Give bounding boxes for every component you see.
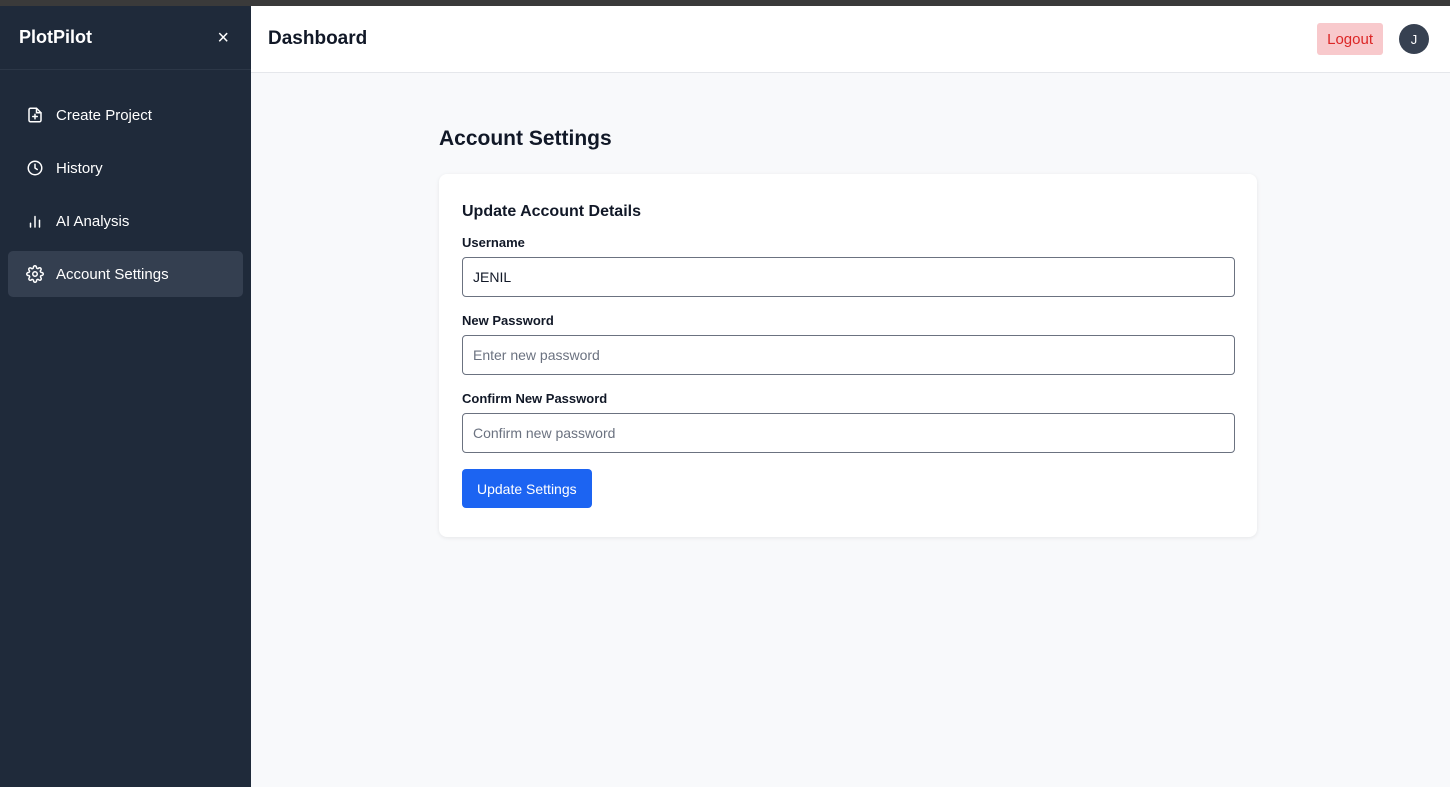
- main-content: Account Settings Update Account Details …: [251, 73, 1450, 787]
- username-input[interactable]: [462, 257, 1235, 297]
- sidebar-item-account-settings[interactable]: Account Settings: [8, 251, 243, 297]
- sidebar-item-label: History: [56, 159, 103, 177]
- brand-logo-text: PlotPilot: [19, 27, 92, 47]
- sidebar-header: PlotPilot ×: [0, 6, 251, 70]
- account-settings-card: Update Account Details Username New Pass…: [439, 174, 1257, 537]
- new-password-input[interactable]: [462, 335, 1235, 375]
- header-title: Dashboard: [268, 28, 368, 49]
- close-sidebar-button[interactable]: ×: [217, 28, 229, 48]
- update-settings-button[interactable]: Update Settings: [462, 469, 592, 508]
- sidebar-item-label: Create Project: [56, 106, 152, 124]
- sidebar-nav: Create Project History AI Analysis Accou…: [0, 70, 251, 297]
- sidebar-item-history[interactable]: History: [8, 145, 243, 191]
- avatar[interactable]: J: [1399, 24, 1429, 54]
- new-password-label: New Password: [462, 313, 554, 328]
- sidebar-item-create-project[interactable]: Create Project: [8, 92, 243, 138]
- sidebar-item-label: AI Analysis: [56, 212, 130, 230]
- bar-chart-icon: [26, 212, 44, 230]
- file-plus-icon: [26, 106, 44, 124]
- sidebar-item-label: Account Settings: [56, 265, 169, 283]
- card-title: Update Account Details: [462, 203, 641, 220]
- username-label: Username: [462, 235, 525, 250]
- sidebar: PlotPilot × Create Project History AI An…: [0, 6, 251, 787]
- sidebar-item-ai-analysis[interactable]: AI Analysis: [8, 198, 243, 244]
- top-header: Dashboard Logout J: [251, 6, 1450, 73]
- logout-button[interactable]: Logout: [1317, 23, 1383, 55]
- gear-icon: [26, 265, 44, 283]
- confirm-password-input[interactable]: [462, 413, 1235, 453]
- page-title: Account Settings: [439, 127, 612, 150]
- clock-icon: [26, 159, 44, 177]
- header-actions: Logout J: [1317, 23, 1429, 55]
- confirm-password-label: Confirm New Password: [462, 391, 608, 406]
